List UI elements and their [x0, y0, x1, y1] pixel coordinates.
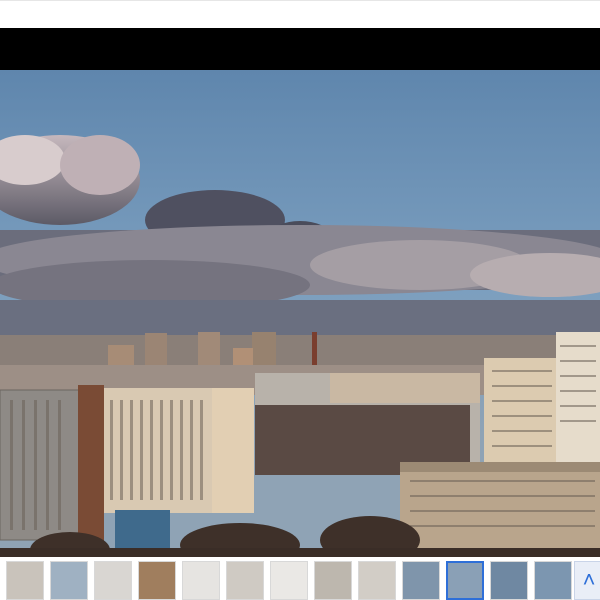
thumb-1[interactable]	[6, 561, 44, 600]
thumb-3[interactable]	[94, 561, 132, 600]
city-view-thumbnail-image	[403, 562, 439, 599]
thumb-6[interactable]	[226, 561, 264, 600]
thumb-9[interactable]	[358, 561, 396, 600]
thumbnail-strip: ˄	[0, 557, 600, 600]
thumb-13[interactable]	[534, 561, 572, 600]
thumb-11[interactable]	[446, 561, 484, 600]
window-view-thumbnail-image	[51, 562, 87, 599]
thumb-2[interactable]	[50, 561, 88, 600]
interior-thumbnail-image	[95, 562, 131, 599]
thumb-12[interactable]	[490, 561, 528, 600]
interior-thumbnail-image	[315, 562, 351, 599]
city-view-thumbnail-image	[491, 562, 527, 599]
interior-thumbnail-image	[359, 562, 395, 599]
top-toolbar	[0, 0, 600, 28]
door-thumbnail-image	[139, 562, 175, 599]
bathroom-thumbnail-image	[271, 562, 307, 599]
city-view-thumbnail-image	[447, 562, 483, 599]
viewer-header-bar	[0, 28, 600, 70]
bathroom-thumbnail-image	[183, 562, 219, 599]
thumb-8[interactable]	[314, 561, 352, 600]
photo-viewer[interactable]	[0, 70, 600, 557]
interior-thumbnail-image	[7, 562, 43, 599]
chevron-up-icon[interactable]: ˄	[574, 561, 600, 600]
thumb-4[interactable]	[138, 561, 176, 600]
thumb-7[interactable]	[270, 561, 308, 600]
thumb-5[interactable]	[182, 561, 220, 600]
thumb-10[interactable]	[402, 561, 440, 600]
city-view-thumbnail-image	[535, 562, 571, 599]
city-skyline-photo	[0, 70, 600, 557]
interior-thumbnail-image	[227, 562, 263, 599]
